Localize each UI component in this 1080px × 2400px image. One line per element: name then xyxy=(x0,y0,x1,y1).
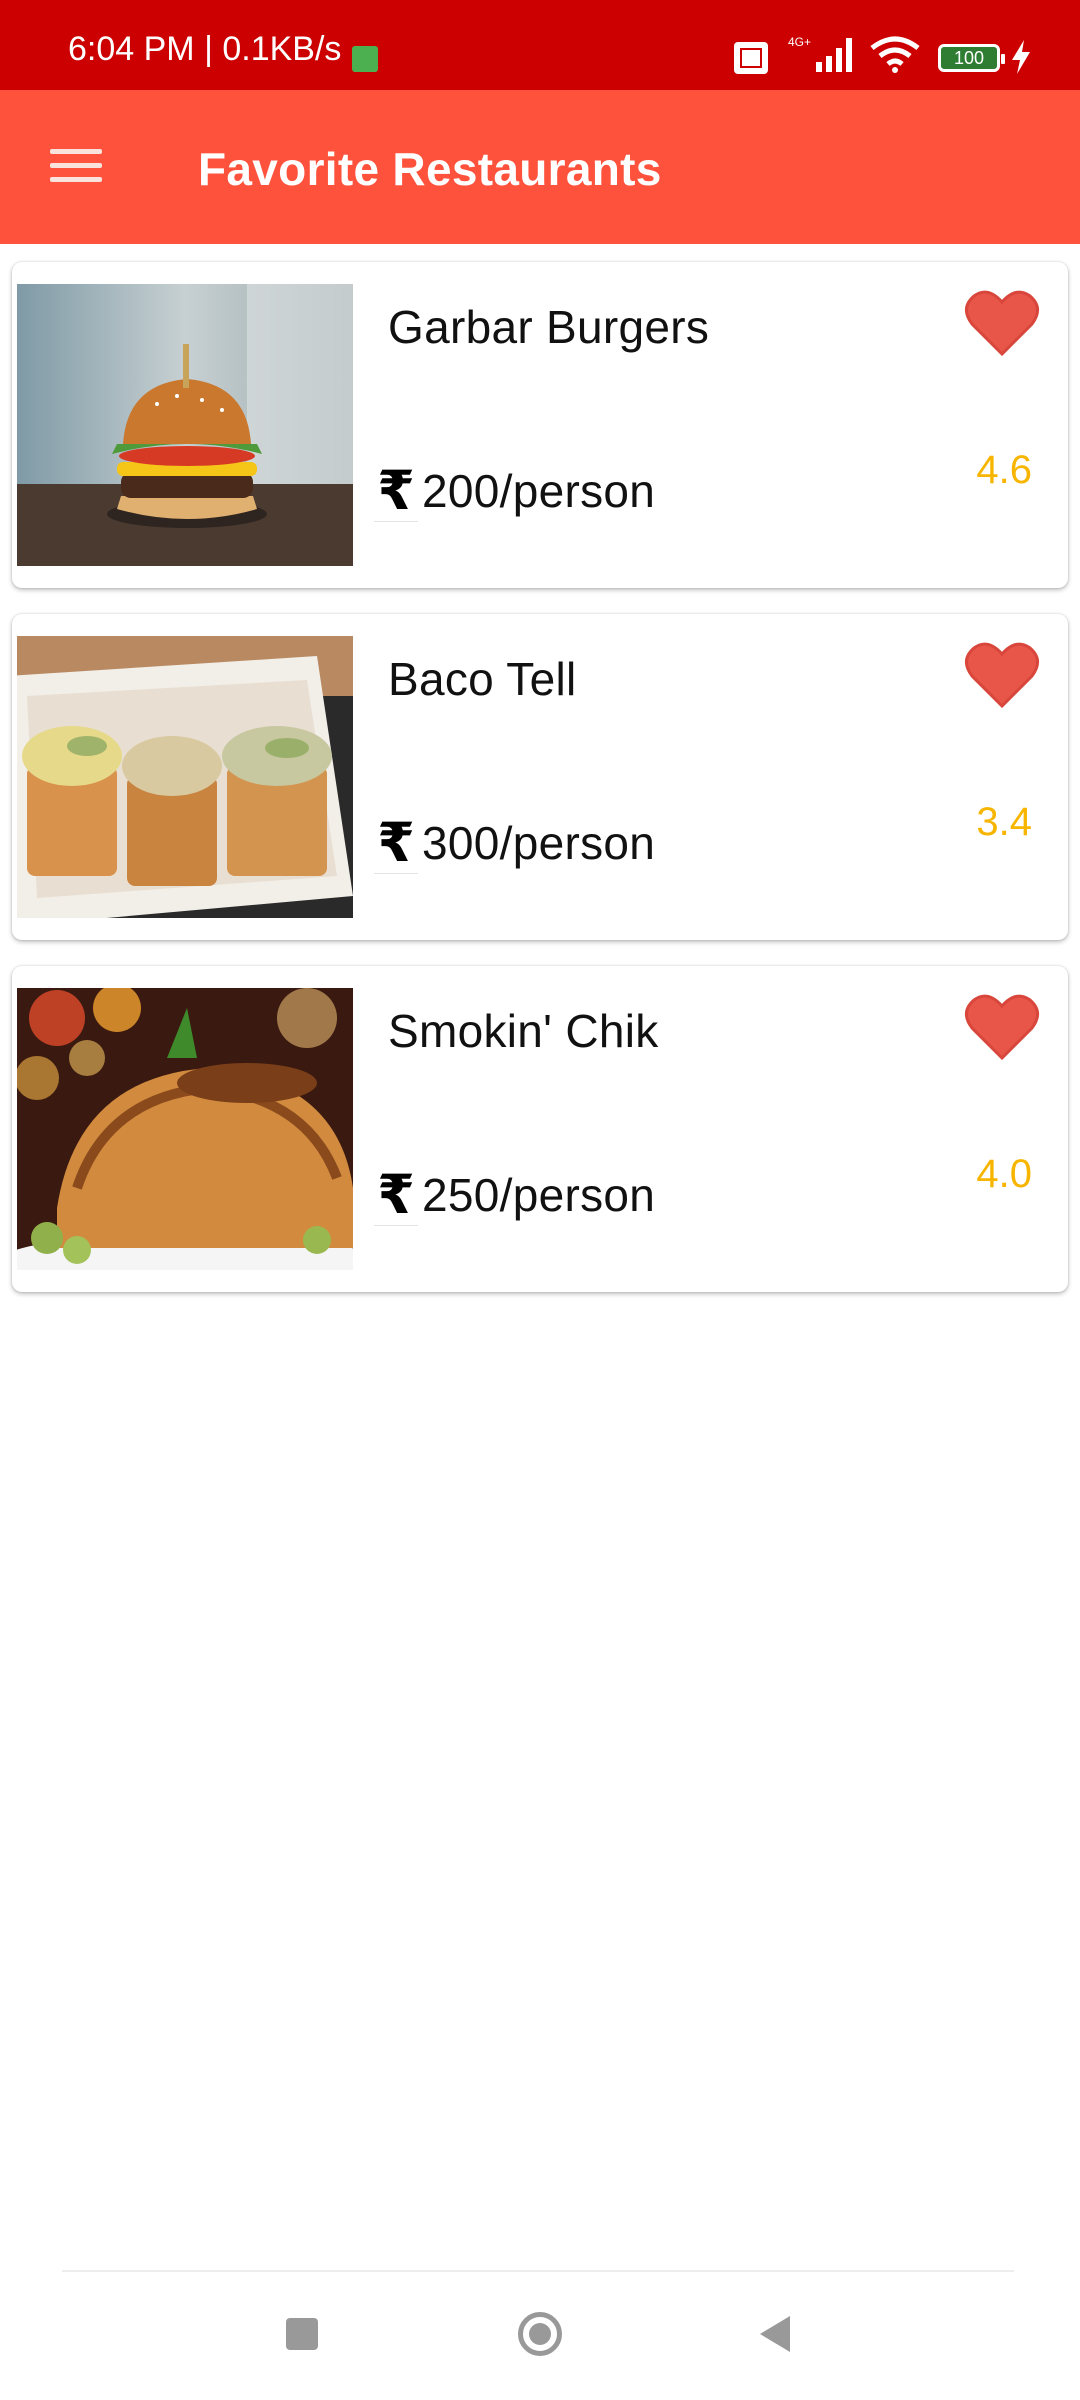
nav-divider xyxy=(62,2270,1014,2272)
restaurant-card[interactable]: Baco Tell ₹ 300/person 3.4 xyxy=(12,614,1068,940)
wifi-icon xyxy=(870,36,920,73)
tacos-photo xyxy=(17,636,353,918)
price-row: ₹ 250/person xyxy=(374,1160,655,1230)
rating: 4.6 xyxy=(976,448,1032,492)
signal-icon: 4G+ xyxy=(788,35,852,72)
favorite-heart-icon[interactable] xyxy=(964,640,1040,710)
volte-icon xyxy=(734,42,768,74)
restaurant-name: Smokin' Chik xyxy=(388,1005,659,1057)
burger-photo xyxy=(17,284,353,566)
price-row: ₹ 300/person xyxy=(374,808,655,878)
status-time-speed: 6:04 PM | 0.1KB/s xyxy=(68,30,342,68)
restaurant-card[interactable]: Garbar Burgers ₹ 200/person 4.6 xyxy=(12,262,1068,588)
rating: 3.4 xyxy=(976,800,1032,844)
favorite-heart-icon[interactable] xyxy=(964,992,1040,1062)
rating: 4.0 xyxy=(976,1152,1032,1196)
recents-icon[interactable] xyxy=(286,2318,318,2350)
roast-chicken-photo xyxy=(17,988,353,1270)
app-bar: Favorite Restaurants xyxy=(0,90,1080,244)
battery-icon: 100 xyxy=(938,44,1005,72)
home-icon[interactable] xyxy=(518,2312,562,2356)
rupee-icon: ₹ xyxy=(374,1165,418,1226)
restaurant-name: Baco Tell xyxy=(388,653,577,705)
favorite-heart-icon[interactable] xyxy=(964,288,1040,358)
svg-text:4G+: 4G+ xyxy=(788,35,811,49)
back-icon[interactable] xyxy=(756,2314,792,2354)
status-bar: 6:04 PM | 0.1KB/s 4G+ 100 xyxy=(0,0,1080,90)
price-per-person: 200/person xyxy=(422,465,656,517)
page-title: Favorite Restaurants xyxy=(198,143,662,195)
price-per-person: 250/person xyxy=(422,1169,656,1221)
rupee-icon: ₹ xyxy=(374,461,418,522)
price-per-person: 300/person xyxy=(422,817,656,869)
notification-icon xyxy=(352,46,378,72)
restaurant-name: Garbar Burgers xyxy=(388,301,710,353)
price-row: ₹ 200/person xyxy=(374,456,655,526)
charging-icon xyxy=(1012,40,1030,74)
restaurant-card[interactable]: Smokin' Chik ₹ 250/person 4.0 xyxy=(12,966,1068,1292)
rupee-icon: ₹ xyxy=(374,813,418,874)
hamburger-menu-icon[interactable] xyxy=(50,145,102,185)
